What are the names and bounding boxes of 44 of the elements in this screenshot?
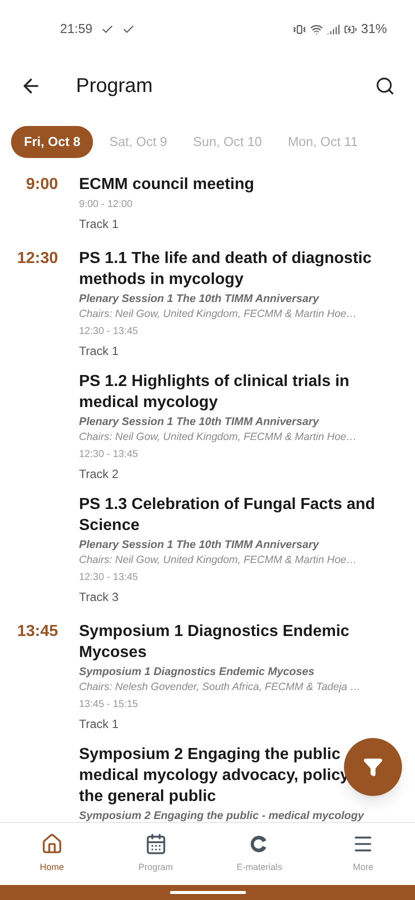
session-subtitle: Plenary Session 1 The 10th TIMM Anniversary bbox=[79, 415, 320, 430]
vibrate-icon bbox=[292, 22, 306, 36]
signal-icon bbox=[326, 22, 340, 36]
session-title[interactable]: ECMM council meeting bbox=[79, 174, 403, 195]
page-title: Program bbox=[76, 74, 153, 99]
session-hours: 12:30 - 13:45 bbox=[79, 448, 139, 462]
session-hours: 13:45 - 15:15 bbox=[79, 698, 139, 712]
check-icon bbox=[122, 22, 135, 36]
slot-time: 13:45 bbox=[16, 622, 59, 642]
session-track: Track 3 bbox=[79, 589, 120, 605]
nav-icon bbox=[40, 833, 63, 856]
session-title[interactable]: Symposium 1 Diagnostics Endemic Mycoses bbox=[79, 621, 403, 663]
session-subtitle: Symposium 2 Engaging the public - medical mycology bbox=[79, 809, 366, 822]
session-track: Track 1 bbox=[79, 216, 120, 232]
filter-icon bbox=[363, 757, 383, 777]
session-track: Track 2 bbox=[79, 466, 120, 482]
session-hours: 12:30 - 13:45 bbox=[79, 571, 139, 585]
session-title[interactable]: PS 1.3 Celebration of Fungal Facts and Science bbox=[79, 494, 403, 536]
battery-icon bbox=[344, 22, 357, 36]
slot-time: 12:30 bbox=[16, 249, 59, 269]
session-chairs: Chairs: Neil Gow, United Kingdom, FECMM & Martin Hoe… bbox=[79, 430, 358, 445]
session-hours: 12:30 - 13:45 bbox=[79, 325, 139, 339]
status-time: 21:59 bbox=[60, 20, 93, 38]
session-track: Track 1 bbox=[79, 716, 120, 732]
day-tab[interactable]: Fri, Oct 8 bbox=[11, 126, 94, 158]
session-chairs: Chairs: Nelesh Govender, South Africa, FECMM & Tadeja … bbox=[79, 680, 362, 695]
slot-time: 9:00 bbox=[24, 175, 59, 195]
session-chairs: Chairs: Neil Gow, United Kingdom, FECMM & Martin Hoe… bbox=[79, 553, 358, 568]
session-chairs: Chairs: Neil Gow, United Kingdom, FECMM & Martin Hoe… bbox=[79, 307, 358, 322]
check-icon bbox=[100, 22, 114, 36]
session-subtitle: Plenary Session 1 The 10th TIMM Anniversary bbox=[79, 292, 320, 307]
session-subtitle: Plenary Session 1 The 10th TIMM Anniversary bbox=[79, 538, 320, 553]
session-track: Track 1 bbox=[79, 343, 120, 359]
nav-tab[interactable]: Home bbox=[0, 823, 104, 885]
session-title[interactable]: PS 1.2 Highlights of clinical trials in medical mycology bbox=[79, 371, 403, 413]
nav-icon bbox=[144, 833, 167, 856]
session-title[interactable]: the general public bbox=[79, 786, 403, 807]
session-hours: 9:00 - 12:00 bbox=[79, 198, 134, 212]
battery-level: 31% bbox=[360, 20, 387, 38]
search-icon[interactable] bbox=[375, 76, 395, 96]
session-title[interactable]: Symposium 2 Engaging the public bbox=[79, 744, 403, 765]
wifi-icon bbox=[310, 22, 323, 36]
session-title[interactable]: PS 1.1 The life and death of diagnostic methods in mycology bbox=[79, 248, 403, 290]
session-subtitle: Symposium 1 Diagnostics Endemic Mycoses bbox=[79, 665, 316, 680]
